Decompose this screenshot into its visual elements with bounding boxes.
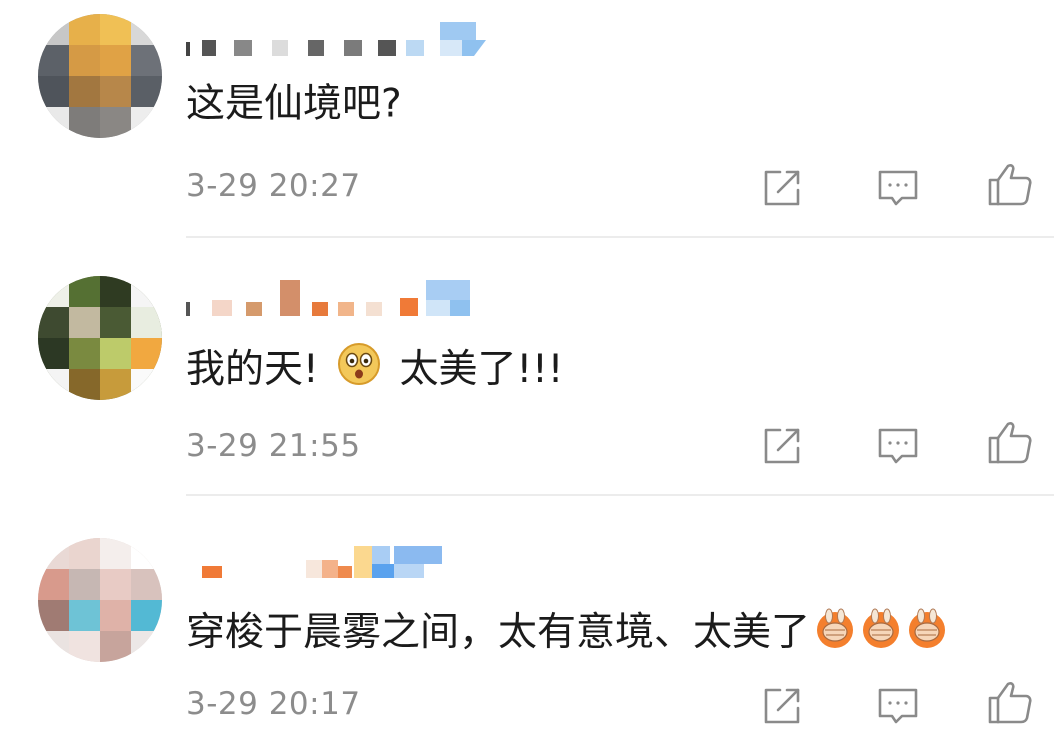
comment-item: 穿梭于晨雾之间，太有意境、太美了 3-29 20:17 (0, 0, 1054, 750)
comment-text: 穿梭于晨雾之间，太有意境、太美了 (186, 604, 950, 662)
clapping-hands-icon (812, 604, 950, 662)
share-icon[interactable] (758, 682, 806, 730)
thumbs-up-icon[interactable] (986, 678, 1034, 726)
comment-timestamp: 3-29 20:17 (186, 686, 361, 722)
avatar[interactable] (38, 538, 162, 662)
username-redacted[interactable] (186, 540, 506, 580)
comment-icon[interactable] (874, 682, 922, 730)
